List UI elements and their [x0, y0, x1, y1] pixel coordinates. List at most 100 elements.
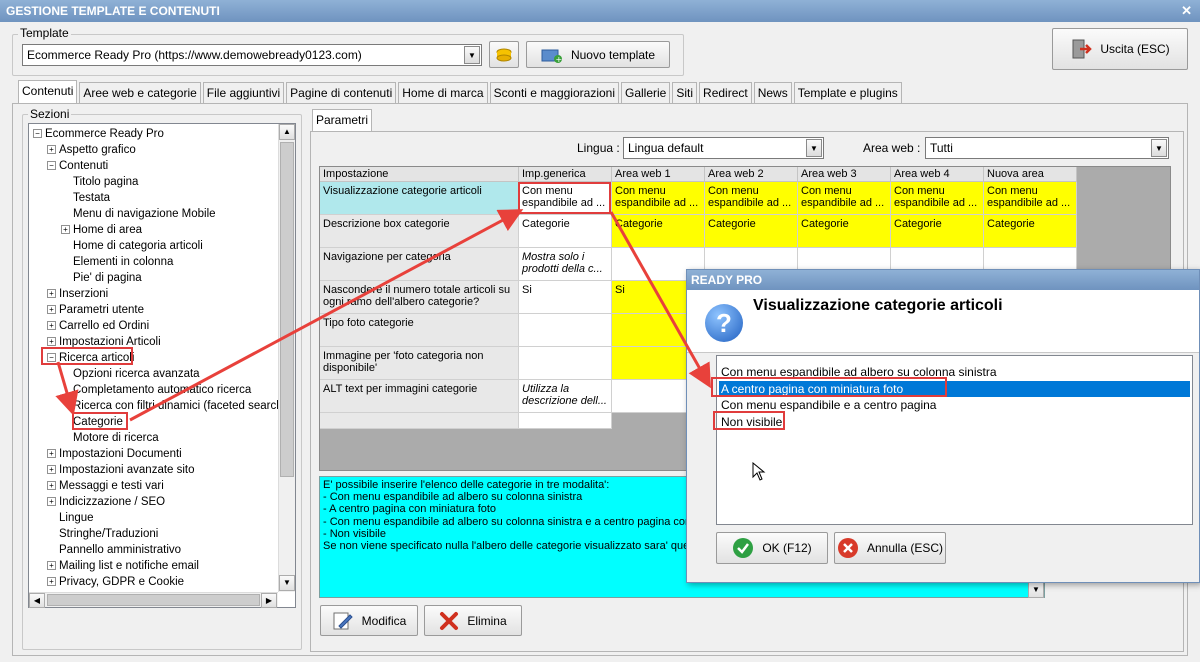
tab-home-di-marca[interactable]: Home di marca — [398, 82, 488, 103]
expand-icon[interactable]: + — [47, 289, 56, 299]
tree-item[interactable]: Testata — [61, 190, 110, 206]
hscroll-thumb[interactable] — [47, 594, 260, 606]
column-header[interactable]: Impostazione — [320, 167, 519, 182]
generic-value-cell[interactable]: Si — [519, 281, 612, 314]
generic-value-cell[interactable] — [519, 347, 612, 380]
setting-name-cell[interactable]: ALT text per immagini categorie — [320, 380, 519, 413]
ok-button[interactable]: OK (F12) — [716, 532, 828, 564]
exit-button[interactable]: Uscita (ESC) — [1052, 28, 1188, 70]
tree-item[interactable]: Completamento automatico ricerca — [61, 382, 251, 398]
column-header[interactable]: Area web 4 — [891, 167, 984, 182]
column-header[interactable]: Area web 2 — [705, 167, 798, 182]
area-value-cell[interactable]: Categorie — [891, 215, 984, 248]
setting-name-cell[interactable]: Immagine per 'foto categoria non disponi… — [320, 347, 519, 380]
chevron-down-icon[interactable]: ▼ — [1151, 139, 1167, 157]
column-header[interactable]: Area web 3 — [798, 167, 891, 182]
tab-contenuti[interactable]: Contenuti — [18, 80, 78, 103]
tab-gallerie[interactable]: Gallerie — [621, 82, 671, 103]
new-template-button[interactable]: + Nuovo template — [526, 41, 670, 68]
tree-item[interactable]: + Home di area — [61, 222, 142, 238]
close-icon[interactable]: ✕ — [1181, 0, 1192, 22]
generic-value-cell[interactable] — [519, 314, 612, 347]
tree-item[interactable]: − Contenuti — [47, 158, 108, 174]
tree-item[interactable]: + Impostazioni Documenti — [47, 446, 182, 462]
edit-button[interactable]: Modifica — [320, 605, 418, 636]
tree-vertical-scrollbar[interactable]: ▲ ▼ — [278, 124, 295, 592]
tree-item[interactable]: + Indicizzazione / SEO — [47, 494, 165, 510]
area-value-cell[interactable]: Con menu espandibile ad ... — [705, 182, 798, 215]
tab-parametri[interactable]: Parametri — [312, 109, 373, 132]
expand-icon[interactable]: + — [47, 305, 56, 315]
expand-icon[interactable]: + — [47, 321, 56, 331]
tree-item[interactable]: + Aspetto grafico — [47, 142, 136, 158]
tree-item[interactable]: Opzioni ricerca avanzata — [61, 366, 200, 382]
collapse-icon[interactable]: − — [47, 161, 56, 171]
setting-name-cell[interactable]: Visualizzazione categorie articoli — [320, 182, 519, 215]
column-header[interactable]: Area web 1 — [612, 167, 705, 182]
lingua-select[interactable]: Lingua default ▼ — [623, 137, 824, 159]
tree-item[interactable]: Motore di ricerca — [61, 430, 159, 446]
tab-news[interactable]: News — [753, 82, 792, 103]
tree-item[interactable]: + Inserzioni — [47, 286, 108, 302]
area-value-cell[interactable]: Con menu espandibile ad ... — [798, 182, 891, 215]
delete-button[interactable]: Elimina — [424, 605, 522, 636]
area-value-cell[interactable]: Categorie — [612, 215, 705, 248]
generic-value-cell[interactable]: Mostra solo i prodotti della c... — [519, 248, 612, 281]
expand-icon[interactable]: + — [61, 225, 70, 235]
area-value-cell[interactable]: Categorie — [984, 215, 1077, 248]
area-value-cell[interactable]: Con menu espandibile ad ... — [891, 182, 984, 215]
tab-sconti-e-maggiorazioni[interactable]: Sconti e maggiorazioni — [489, 82, 619, 103]
scroll-up-icon[interactable]: ▲ — [279, 124, 295, 140]
tree-item[interactable]: + Impostazioni avanzate sito — [47, 462, 195, 478]
setting-name-cell[interactable]: Navigazione per categoria — [320, 248, 519, 281]
chevron-down-icon[interactable]: ▼ — [806, 139, 822, 157]
collapse-icon[interactable]: − — [33, 129, 42, 139]
expand-icon[interactable]: + — [47, 337, 56, 347]
cancel-button[interactable]: Annulla (ESC) — [834, 532, 946, 564]
area-value-cell[interactable]: Categorie — [705, 215, 798, 248]
expand-icon[interactable]: + — [47, 449, 56, 459]
generic-value-cell[interactable]: Categorie — [519, 215, 612, 248]
tab-aree-web-e-categorie[interactable]: Aree web e categorie — [79, 82, 201, 103]
area-value-cell[interactable]: Categorie — [798, 215, 891, 248]
expand-icon[interactable]: + — [47, 145, 56, 155]
scroll-left-icon[interactable]: ◀ — [29, 593, 45, 608]
tree-item[interactable]: Home di categoria articoli — [61, 238, 203, 254]
expand-icon[interactable]: + — [47, 465, 56, 475]
tree-item[interactable]: Menu di navigazione Mobile — [61, 206, 216, 222]
expand-icon[interactable]: + — [47, 561, 56, 571]
tab-file-aggiuntivi[interactable]: File aggiuntivi — [202, 82, 285, 103]
template-select[interactable]: Ecommerce Ready Pro (https://www.demoweb… — [22, 44, 482, 66]
database-button[interactable] — [489, 41, 519, 68]
tree-item[interactable]: + Parametri utente — [47, 302, 144, 318]
expand-icon[interactable]: + — [47, 497, 56, 507]
tab-redirect[interactable]: Redirect — [699, 82, 752, 103]
tab-pagine-di-contenuti[interactable]: Pagine di contenuti — [286, 82, 397, 103]
setting-name-cell[interactable]: Nascondere il numero totale articoli su … — [320, 281, 519, 314]
column-header[interactable]: Imp.generica — [519, 167, 612, 182]
tree-item[interactable]: Pie' di pagina — [61, 270, 142, 286]
setting-name-cell[interactable]: Descrizione box categorie — [320, 215, 519, 248]
area-value-cell[interactable]: Con menu espandibile ad ... — [984, 182, 1077, 215]
scroll-right-icon[interactable]: ▶ — [261, 593, 277, 608]
tree-item[interactable]: + Carrello ed Ordini — [47, 318, 149, 334]
tree-item[interactable]: Lingue — [47, 510, 94, 526]
area-select[interactable]: Tutti ▼ — [925, 137, 1169, 159]
tree-item[interactable]: Stringhe/Traduzioni — [47, 526, 158, 542]
description-scroll-down-icon[interactable]: ▼ — [1028, 582, 1044, 598]
tree-item[interactable]: Elementi in colonna — [61, 254, 173, 270]
tab-siti[interactable]: Siti — [672, 82, 698, 103]
tree-item[interactable]: + Mailing list e notifiche email — [47, 558, 199, 574]
scroll-down-icon[interactable]: ▼ — [279, 575, 295, 591]
tree-horizontal-scrollbar[interactable]: ◀ ▶ — [29, 592, 278, 608]
tree-item[interactable]: − Ecommerce Ready Pro — [33, 126, 164, 142]
tree-item[interactable]: + Privacy, GDPR e Cookie — [47, 574, 184, 590]
expand-icon[interactable]: + — [47, 481, 56, 491]
setting-name-cell[interactable]: Tipo foto categorie — [320, 314, 519, 347]
tree-item[interactable]: + Messaggi e testi vari — [47, 478, 164, 494]
expand-icon[interactable]: + — [47, 577, 56, 587]
column-header[interactable]: Nuova area — [984, 167, 1077, 182]
generic-value-cell[interactable]: Utilizza la descrizione dell... — [519, 380, 612, 413]
sections-tree[interactable]: − Ecommerce Ready Pro + Aspetto grafico − Con… — [28, 123, 296, 608]
tree-item[interactable]: Pannello amministrativo — [47, 542, 181, 558]
